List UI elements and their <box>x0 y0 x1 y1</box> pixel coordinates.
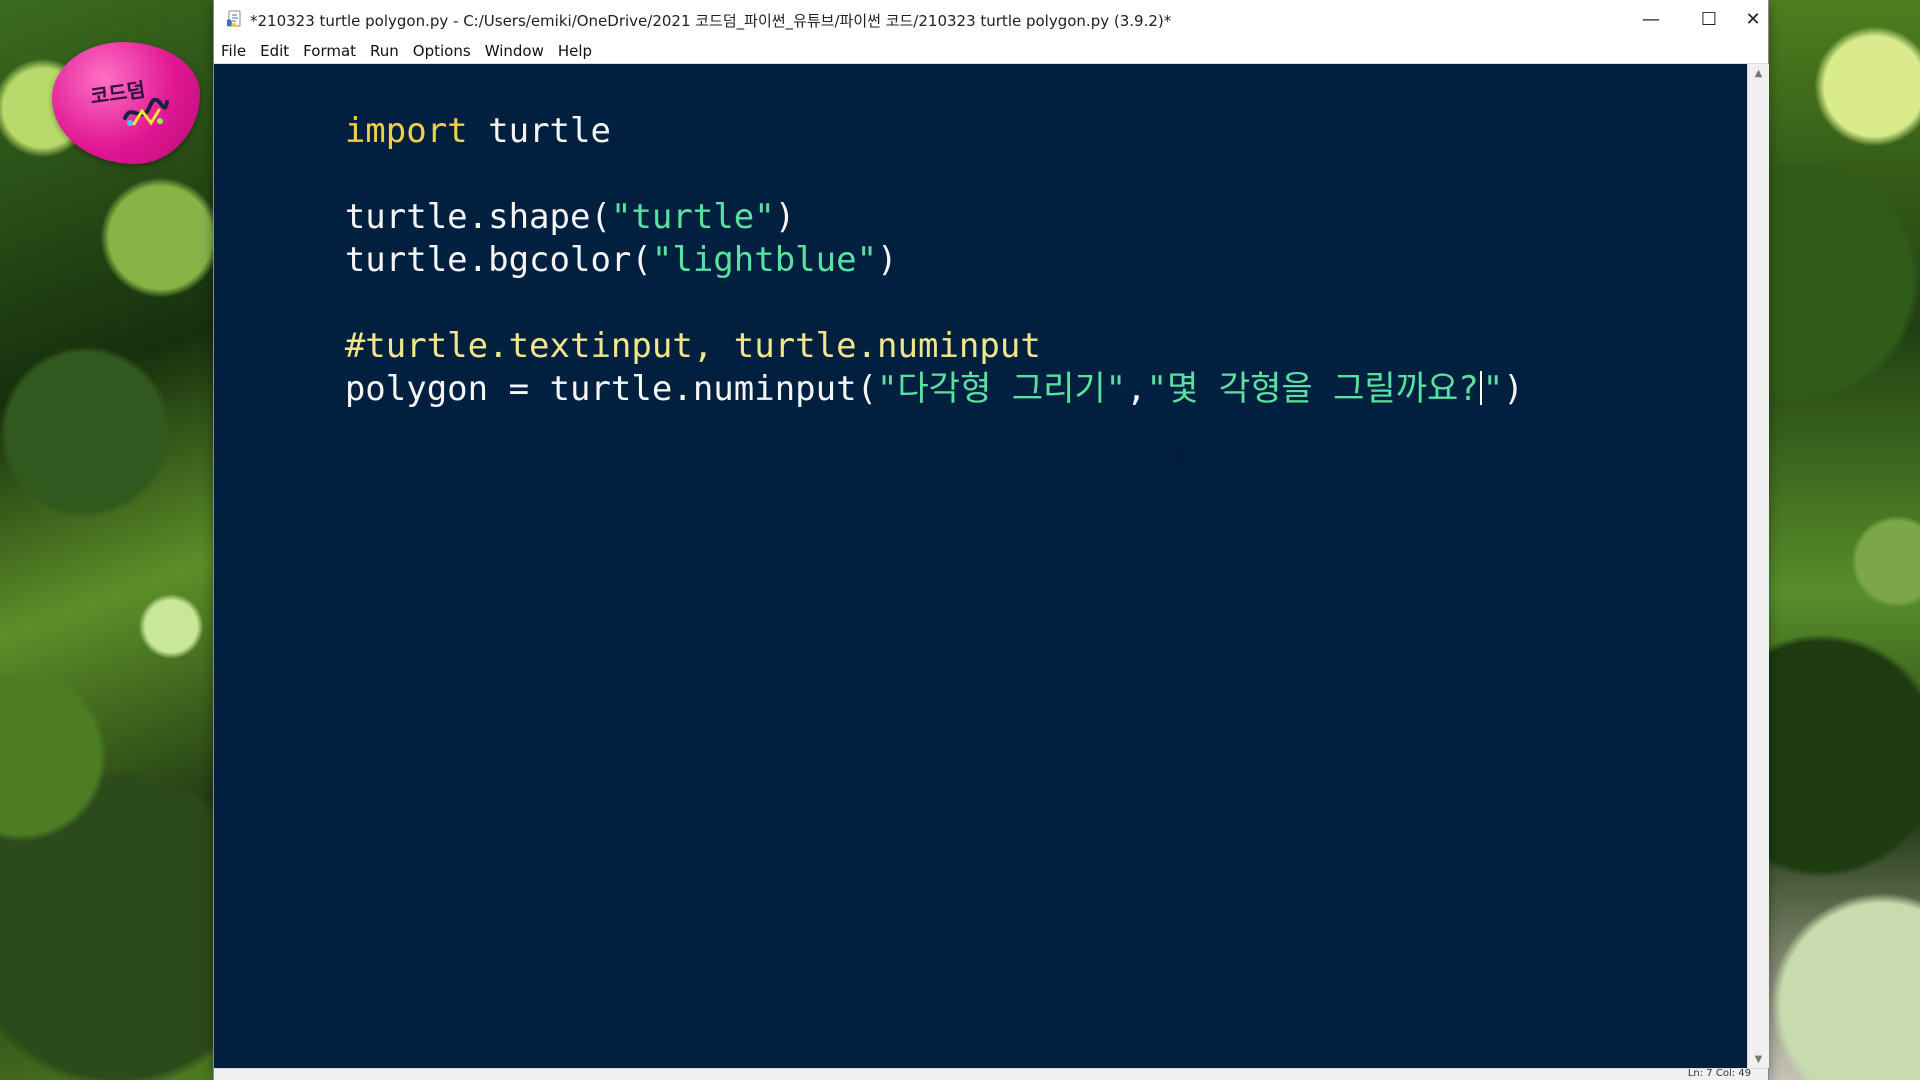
python-file-icon <box>227 10 241 27</box>
minimize-button[interactable]: — <box>1622 0 1680 38</box>
maximize-icon: ☐ <box>1700 8 1718 30</box>
menu-window[interactable]: Window <box>478 42 551 60</box>
vertical-scrollbar[interactable]: ▲ ▼ <box>1747 64 1769 1068</box>
logo-mark-icon <box>123 98 169 126</box>
menu-edit[interactable]: Edit <box>253 42 296 60</box>
code-line-4[interactable]: turtle.bgcolor("lightblue") <box>222 197 898 280</box>
idle-editor-window: *210323 turtle polygon.py - C:/Users/emi… <box>214 0 1769 1080</box>
argument-comma: , <box>1126 369 1147 409</box>
menu-run[interactable]: Run <box>363 42 406 60</box>
bgcolor-close-paren: ) <box>877 240 898 280</box>
dialog-title-string: "다각형 그리기" <box>877 369 1127 409</box>
code-line-7[interactable]: polygon = turtle.numinput("다각형 그리기","몇 각… <box>222 326 1524 409</box>
code-line-6[interactable]: #turtle.textinput, turtle.numinput <box>222 283 1041 366</box>
code-line-3[interactable]: turtle.shape("turtle") <box>222 154 795 237</box>
numinput-call: polygon = turtle.numinput( <box>344 369 878 409</box>
minimize-icon: — <box>1642 8 1660 30</box>
bgcolor-call: turtle.bgcolor( <box>344 240 652 280</box>
menu-format[interactable]: Format <box>296 42 363 60</box>
desktop-left-background <box>0 0 214 1080</box>
menu-options[interactable]: Options <box>406 42 478 60</box>
numinput-close-paren: ) <box>1503 369 1524 409</box>
import-target: turtle <box>467 111 611 151</box>
window-title: *210323 turtle polygon.py - C:/Users/emi… <box>250 12 1172 30</box>
bgcolor-string: "lightblue" <box>651 240 878 280</box>
status-bar: Ln: 7 Col: 49 <box>214 1068 1768 1080</box>
dialog-prompt-string: "몇 각형을 그릴까요? <box>1146 369 1479 409</box>
close-button[interactable]: ✕ <box>1738 0 1768 38</box>
code-editor[interactable]: import turtle turtle.shape("turtle") tur… <box>214 64 1747 1068</box>
menu-file[interactable]: File <box>214 42 253 60</box>
dialog-prompt-closing-quote: " <box>1482 369 1504 409</box>
close-icon: ✕ <box>1745 8 1761 30</box>
desktop-right-background <box>1768 0 1920 1080</box>
window-titlebar[interactable]: *210323 turtle polygon.py - C:/Users/emi… <box>214 0 1768 39</box>
maximize-button[interactable]: ☐ <box>1680 0 1738 38</box>
menu-help[interactable]: Help <box>551 42 599 60</box>
menu-bar: File Edit Format Run Options Window Help <box>214 38 1768 64</box>
i-beam-cursor-icon: I <box>1172 449 1183 470</box>
text-cursor <box>1479 371 1482 405</box>
arrow-down-icon[interactable]: ▼ <box>1748 1050 1769 1068</box>
code-line-1[interactable]: import turtle <box>222 68 611 151</box>
import-keyword: import <box>344 111 468 151</box>
arrow-up-icon[interactable]: ▲ <box>1748 64 1769 82</box>
line-column-status: Ln: 7 Col: 49 <box>1687 1068 1751 1079</box>
